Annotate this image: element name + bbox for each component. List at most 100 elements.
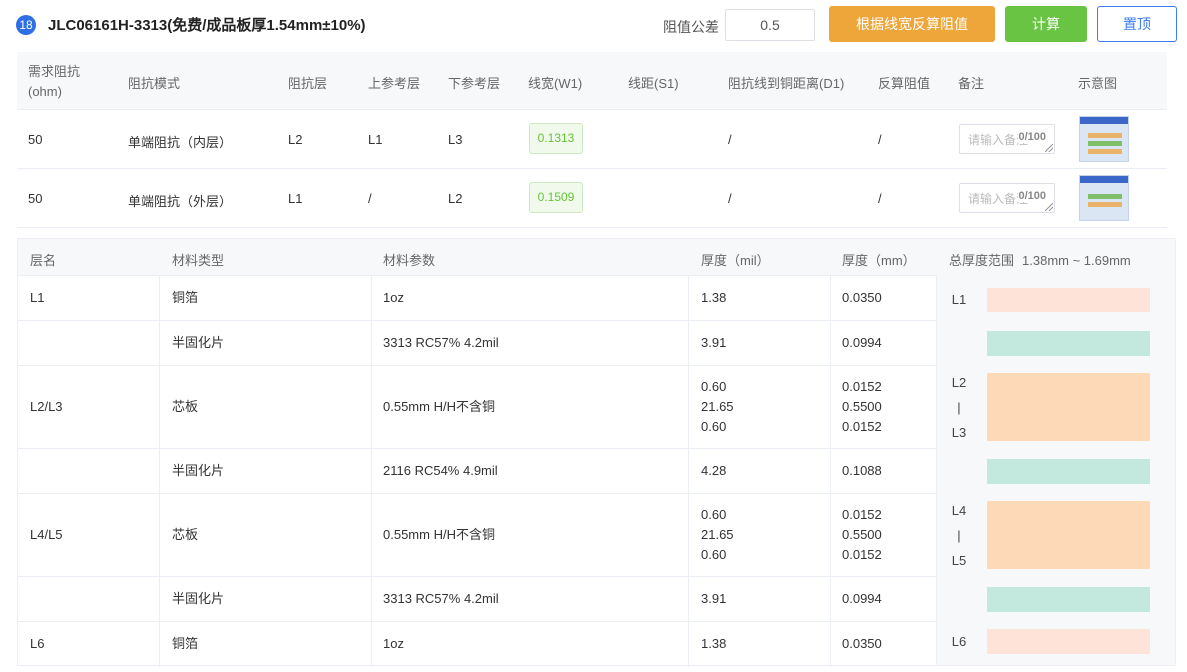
thickness-mm: 0.0152	[842, 419, 882, 434]
thickness-mm: 0.1088	[842, 463, 882, 478]
layer-name: L4/L5	[30, 527, 63, 542]
thickness-mil: 21.65	[701, 527, 734, 542]
thickness-mm: 0.0152	[842, 507, 882, 522]
thickness-mil: 21.65	[701, 399, 734, 414]
col-diagram: 示意图	[1078, 76, 1118, 91]
diagram-title-bar	[1080, 176, 1128, 183]
bottom-ref-layer: L3	[448, 132, 463, 147]
visual-label-l2: L2	[951, 375, 967, 390]
thickness-mil: 0.60	[701, 547, 727, 562]
copper-bar	[987, 288, 1150, 312]
col-line-spacing: 线距(S1)	[628, 76, 679, 91]
impedance-mode: 单端阻抗（外层）	[128, 194, 233, 209]
board-header: 18 JLC06161H-3313(免费/成品板厚1.54mm±10%) 阻值公…	[0, 0, 1187, 50]
diagram-layer	[1088, 149, 1122, 154]
visual-label-sep: |	[957, 528, 961, 543]
thickness-mm: 0.0152	[842, 547, 882, 562]
visual-label-l1: L1	[951, 292, 967, 307]
diagram-layer	[1088, 202, 1122, 207]
stackup-table-header: 层名 材料类型 材料参数 厚度（mil） 厚度（mm）	[18, 239, 938, 276]
stackup-table: 层名 材料类型 材料参数 厚度（mil） 厚度（mm） L1 铜箔 1oz 1.…	[17, 238, 938, 667]
tolerance-label: 阻值公差	[663, 19, 719, 35]
thickness-mm: 0.0350	[842, 290, 882, 305]
thickness-mm: 0.0350	[842, 636, 882, 651]
resize-grip-icon[interactable]	[1045, 144, 1053, 152]
core-bar	[987, 501, 1150, 569]
note-char-count: 0/100	[1018, 190, 1046, 202]
thickness-range: 总厚度范围 1.38mm ~ 1.69mm	[949, 250, 1131, 269]
note-textarea[interactable]: 请输入备注 0/100	[959, 124, 1055, 154]
stackup-row: L6 铜箔 1oz 1.38 0.0350	[18, 622, 938, 667]
impedance-table-header: 需求阻抗(ohm) 阻抗模式 阻抗层 上参考层 下参考层 线宽(W1) 线距(S…	[17, 52, 1167, 110]
thickness-mm: 0.0152	[842, 379, 882, 394]
thickness-mil: 4.28	[701, 463, 727, 478]
layer-name: L2/L3	[30, 399, 63, 414]
impedance-table: 需求阻抗(ohm) 阻抗模式 阻抗层 上参考层 下参考层 线宽(W1) 线距(S…	[17, 52, 1167, 228]
reverse-calc-button[interactable]: 根据线宽反算阻值	[829, 6, 995, 42]
resize-grip-icon[interactable]	[1045, 203, 1053, 211]
material-type: 铜箔	[172, 290, 199, 305]
tolerance-input[interactable]: 0.5	[725, 9, 815, 41]
stackup-row: L1 铜箔 1oz 1.38 0.0350	[18, 276, 938, 321]
impedance-diagram-thumbnail[interactable]	[1079, 116, 1129, 162]
material-param: 0.55mm H/H不含铜	[383, 527, 495, 542]
col-required-impedance: 需求阻抗(ohm)	[28, 64, 81, 99]
required-impedance: 50	[28, 191, 43, 206]
bottom-ref-layer: L2	[448, 191, 463, 206]
copper-bar	[987, 629, 1150, 654]
calculate-button[interactable]: 计算	[1005, 6, 1087, 42]
col-impedance-mode: 阻抗模式	[128, 76, 181, 91]
impedance-layer: L1	[288, 191, 303, 206]
impedance-row: 50 单端阻抗（外层） L1 / L2 0.1509 / / 请输入备注 0/1…	[17, 169, 1167, 228]
material-type: 芯板	[172, 399, 199, 414]
layer-name: L6	[30, 636, 45, 651]
diagram-layer	[1088, 133, 1122, 138]
visual-label-sep: |	[957, 400, 961, 415]
stackup-row: L2/L3 芯板 0.55mm H/H不含铜 0.60 21.65 0.60 0…	[18, 366, 938, 449]
note-textarea[interactable]: 请输入备注 0/100	[959, 183, 1055, 213]
visual-label-l3: L3	[951, 425, 967, 440]
material-type: 芯板	[172, 527, 199, 542]
diagram-layer	[1088, 141, 1122, 146]
thickness-mil: 3.91	[701, 335, 727, 350]
d1-value: /	[728, 191, 732, 206]
material-type: 半固化片	[172, 335, 225, 350]
diagram-layer	[1088, 194, 1122, 199]
thickness-mm: 0.0994	[842, 591, 882, 606]
thickness-mil: 0.60	[701, 419, 727, 434]
index-badge: 18	[16, 15, 36, 35]
thickness-mm: 0.0994	[842, 335, 882, 350]
thickness-mil: 0.60	[701, 507, 727, 522]
pin-top-button[interactable]: 置顶	[1097, 6, 1177, 42]
line-width-value: 0.1509	[529, 182, 583, 213]
visual-label-l5: L5	[951, 553, 967, 568]
material-param: 1oz	[383, 636, 404, 651]
note-char-count: 0/100	[1018, 131, 1046, 143]
material-param: 3313 RC57% 4.2mil	[383, 335, 499, 350]
col-line-width: 线宽(W1)	[528, 76, 583, 91]
material-param: 3313 RC57% 4.2mil	[383, 591, 499, 606]
diagram-title-bar	[1080, 117, 1128, 124]
impedance-layer: L2	[288, 132, 303, 147]
stackup-row: L4/L5 芯板 0.55mm H/H不含铜 0.60 21.65 0.60 0…	[18, 494, 938, 577]
stackup-row: 半固化片 3313 RC57% 4.2mil 3.91 0.0994	[18, 577, 938, 622]
col-note: 备注	[958, 76, 985, 91]
thickness-mm: 0.5500	[842, 399, 882, 414]
prepreg-bar	[987, 587, 1150, 612]
col-top-ref: 上参考层	[368, 76, 421, 91]
col-reverse-value: 反算阻值	[878, 76, 931, 91]
board-title: JLC06161H-3313(免费/成品板厚1.54mm±10%)	[48, 17, 366, 34]
material-param: 1oz	[383, 290, 404, 305]
impedance-mode: 单端阻抗（内层）	[128, 135, 233, 150]
prepreg-bar	[987, 331, 1150, 356]
col-material-param: 材料参数	[383, 253, 436, 268]
col-material-type: 材料类型	[172, 253, 225, 268]
top-ref-layer: L1	[368, 132, 383, 147]
material-param: 2116 RC54% 4.9mil	[383, 463, 498, 478]
thickness-mil: 1.38	[701, 290, 727, 305]
material-type: 半固化片	[172, 591, 225, 606]
visual-label-l6: L6	[951, 634, 967, 649]
thickness-mil: 1.38	[701, 636, 727, 651]
impedance-diagram-thumbnail[interactable]	[1079, 175, 1129, 221]
visual-label-l4: L4	[951, 503, 967, 518]
